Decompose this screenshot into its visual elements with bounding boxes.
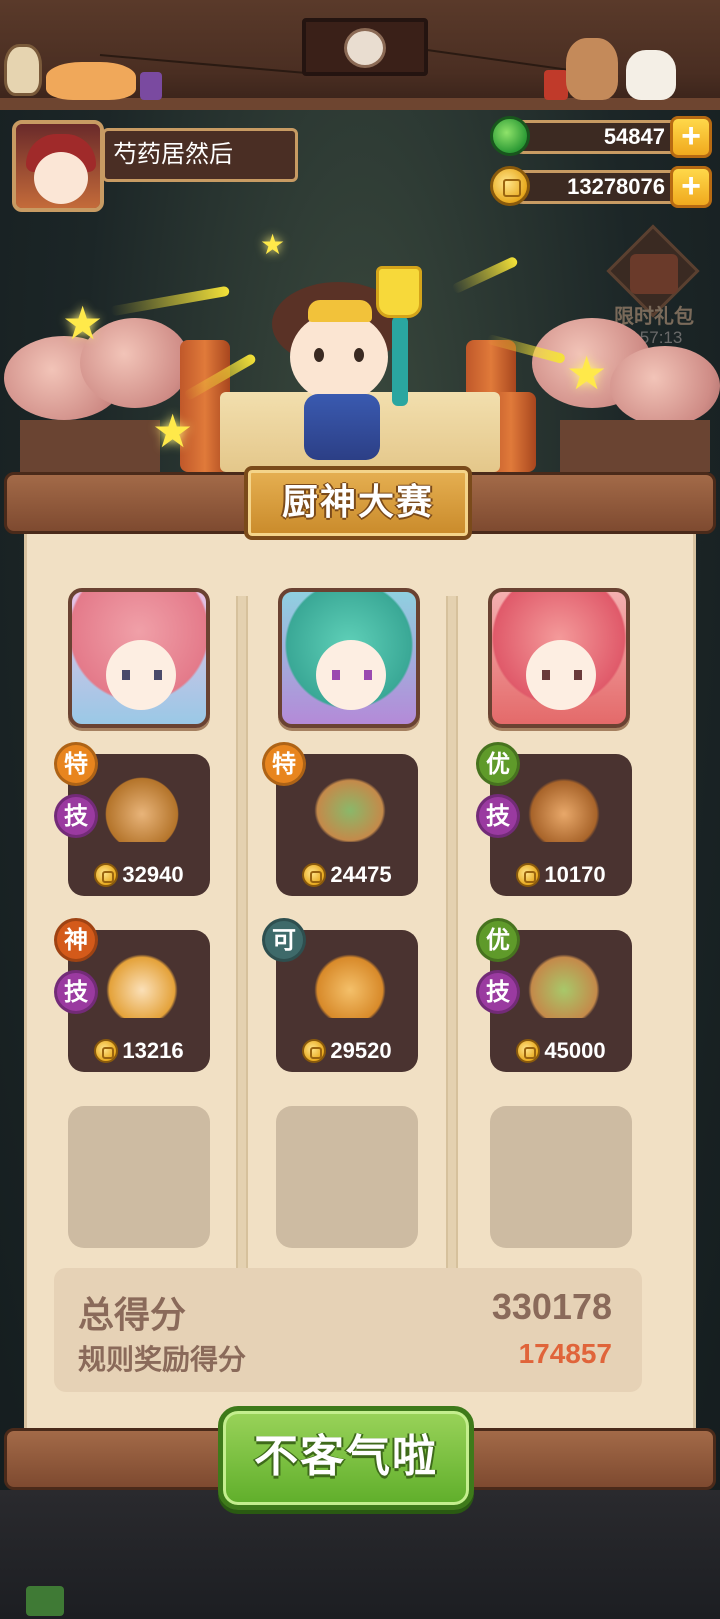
dish-price: 45000: [490, 1036, 632, 1066]
hanging-paper-icon: [4, 44, 42, 96]
grade-badge: 优: [476, 918, 520, 962]
dish-price: 32940: [68, 860, 210, 890]
light-streak: [451, 255, 519, 295]
chef-portrait-2[interactable]: [278, 588, 420, 728]
confirm-button-label: 不客气啦: [254, 1432, 438, 1481]
coin-icon: [516, 1039, 541, 1063]
skill-badge: 技: [54, 794, 98, 838]
hanging-sign: [302, 18, 428, 76]
jade-amount: 54847: [506, 120, 688, 154]
mushroom-pot-icon: [522, 772, 606, 842]
dish-price: 24475: [276, 860, 418, 890]
coin-icon: [516, 863, 541, 887]
player-name: 芍药居然后: [102, 128, 298, 182]
white-cat-icon: [626, 50, 676, 100]
cup-icon: [140, 72, 162, 100]
golden-shovel-icon: [376, 266, 422, 318]
coin-amount: 13278076: [506, 170, 688, 204]
player-avatar[interactable]: [12, 120, 104, 212]
grade-badge: 特: [54, 742, 98, 786]
grade-badge: 特: [262, 742, 306, 786]
add-coins-button[interactable]: +: [670, 166, 712, 208]
grade-badge: 优: [476, 742, 520, 786]
skill-badge: 技: [476, 970, 520, 1014]
coin-icon: [94, 863, 119, 887]
fence: [560, 420, 710, 472]
dish-price: 10170: [490, 860, 632, 890]
pudding-dish-icon: [100, 948, 184, 1018]
coin-icon: [302, 1039, 327, 1063]
sushi-dish-icon: [308, 772, 392, 842]
dish-price: 13216: [68, 1036, 210, 1066]
jade-icon: [490, 116, 530, 156]
bonus-score-value: 174857: [518, 1338, 612, 1369]
light-streak: [110, 285, 230, 317]
column-divider: [236, 596, 248, 1268]
figure-icon: [566, 38, 618, 100]
empty-dish-slot[interactable]: [490, 1106, 632, 1248]
column-divider: [446, 596, 458, 1268]
chef-portrait-1[interactable]: [68, 588, 210, 728]
confirm-button[interactable]: 不客气啦: [218, 1406, 474, 1510]
gift-chest-icon: [630, 254, 678, 294]
total-score-value: 330178: [491, 1286, 612, 1327]
coin-currency: 13278076 +: [490, 166, 712, 208]
steamer-dish-icon: [100, 772, 184, 842]
total-score-label: 总得分: [78, 1294, 187, 1335]
game-screen: 芍药居然后 54847 + 13278076 + 限时礼包 7:57:13 ★ …: [0, 0, 720, 1619]
coin-icon: [94, 1039, 119, 1063]
soup-feast-icon: [522, 948, 606, 1018]
score-summary: 总得分 330178 规则奖励得分 174857: [54, 1268, 642, 1392]
chef-portrait-3[interactable]: [488, 588, 630, 728]
star-icon: ★: [62, 297, 104, 349]
star-icon: ★: [566, 347, 608, 399]
noodle-dish-icon: [308, 948, 392, 1018]
star-icon: ★: [260, 229, 286, 260]
bonus-score-label: 规则奖励得分: [78, 1344, 247, 1375]
sleeping-cat-icon: [46, 62, 136, 100]
coin-icon: [490, 166, 530, 206]
contest-title-plate: 厨神大赛: [244, 466, 472, 540]
grade-badge: 可: [262, 918, 306, 962]
empty-dish-slot[interactable]: [276, 1106, 418, 1248]
blossom-tree: [610, 346, 720, 426]
cup-icon: [544, 70, 568, 100]
jade-currency: 54847 +: [490, 116, 712, 158]
star-icon: ★: [152, 405, 194, 457]
skill-badge: 技: [476, 794, 520, 838]
fence: [20, 420, 160, 472]
corner-tab[interactable]: [26, 1586, 64, 1616]
add-jade-button[interactable]: +: [670, 116, 712, 158]
skill-badge: 技: [54, 970, 98, 1014]
contest-title: 厨神大赛: [281, 481, 434, 522]
empty-dish-slot[interactable]: [68, 1106, 210, 1248]
grade-badge: 神: [54, 918, 98, 962]
coin-icon: [302, 863, 327, 887]
dish-price: 29520: [276, 1036, 418, 1066]
chef-character: [268, 266, 428, 468]
